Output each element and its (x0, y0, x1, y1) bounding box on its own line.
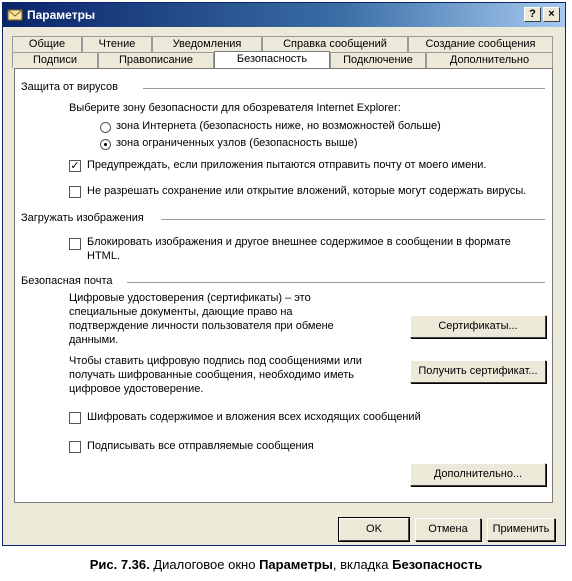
window-title: Параметры (27, 8, 96, 22)
warn-mail-label: Предупреждать, если приложения пытаются … (87, 159, 487, 171)
zone-internet-radio[interactable] (100, 122, 111, 133)
certificates-button[interactable]: Сертификаты... (410, 315, 546, 338)
zone-restricted-label: зона ограниченных узлов (безопасность вы… (116, 137, 358, 149)
block-images-checkbox[interactable] (69, 238, 81, 250)
tab-general[interactable]: Общие (12, 36, 82, 52)
warn-mail-checkbox[interactable]: ✓ (69, 160, 81, 172)
cancel-button[interactable]: Отмена (415, 518, 481, 541)
ok-button[interactable]: OK (338, 517, 410, 542)
zone-prompt: Выберите зону безопасности для обозреват… (69, 102, 401, 114)
block-attachments-label: Не разрешать сохранение или открытие вло… (87, 185, 527, 197)
tab-receipts[interactable]: Уведомления (152, 36, 262, 52)
caption-text-2: , вкладка (332, 557, 393, 572)
virus-group-title: Защита от вирусов (21, 81, 118, 93)
zone-internet-label: зона Интернета (безопасность ниже, но во… (116, 120, 441, 132)
get-certificate-button[interactable]: Получить сертификат... (410, 360, 546, 383)
zone-restricted-radio[interactable] (100, 139, 111, 150)
apply-button[interactable]: Применить (487, 518, 555, 541)
tab-help-messages[interactable]: Справка сообщений (262, 36, 408, 52)
caption-text-1: Диалоговое окно (149, 557, 260, 572)
options-dialog: Параметры ? × Общие Чтение Уведомления С… (2, 2, 566, 546)
close-button[interactable]: × (543, 7, 560, 22)
tab-security[interactable]: Безопасность (214, 51, 330, 68)
sign-all-checkbox[interactable] (69, 441, 81, 453)
caption-tab-name: Безопасность (392, 557, 483, 572)
sign-all-label: Подписывать все отправляемые сообщения (87, 440, 314, 452)
figure-caption: Рис. 7.36. Диалоговое окно Параметры, вк… (0, 557, 572, 572)
images-group-divider (161, 219, 545, 220)
secure-mail-group-divider (127, 282, 545, 283)
tab-spelling[interactable]: Правописание (98, 52, 214, 68)
digital-sign-description: Чтобы ставить цифровую подпись под сообщ… (69, 355, 362, 395)
block-images-label: Блокировать изображения и другое внешнее… (87, 236, 511, 262)
tab-read[interactable]: Чтение (82, 36, 152, 52)
title-bar[interactable]: Параметры ? × (3, 3, 565, 27)
security-tab-panel: Защита от вирусов Выберите зону безопасн… (14, 68, 553, 503)
help-button[interactable]: ? (524, 7, 541, 22)
tab-connection[interactable]: Подключение (330, 52, 426, 68)
encrypt-checkbox[interactable] (69, 412, 81, 424)
certificates-description: Цифровые удостоверения (сертификаты) – э… (69, 292, 334, 346)
block-attachments-checkbox[interactable] (69, 186, 81, 198)
caption-dialog-name: Параметры (259, 557, 333, 572)
advanced-security-button[interactable]: Дополнительно... (410, 463, 546, 486)
tab-signatures[interactable]: Подписи (12, 52, 98, 68)
tab-advanced[interactable]: Дополнительно (426, 52, 553, 68)
secure-mail-group-title: Безопасная почта (21, 275, 113, 287)
virus-group-divider (143, 88, 545, 89)
tab-compose[interactable]: Создание сообщения (408, 36, 553, 52)
outlook-app-icon (7, 9, 23, 21)
images-group-title: Загружать изображения (21, 212, 144, 224)
encrypt-label: Шифровать содержимое и вложения всех исх… (87, 411, 421, 423)
caption-figure-number: Рис. 7.36. (89, 557, 150, 572)
